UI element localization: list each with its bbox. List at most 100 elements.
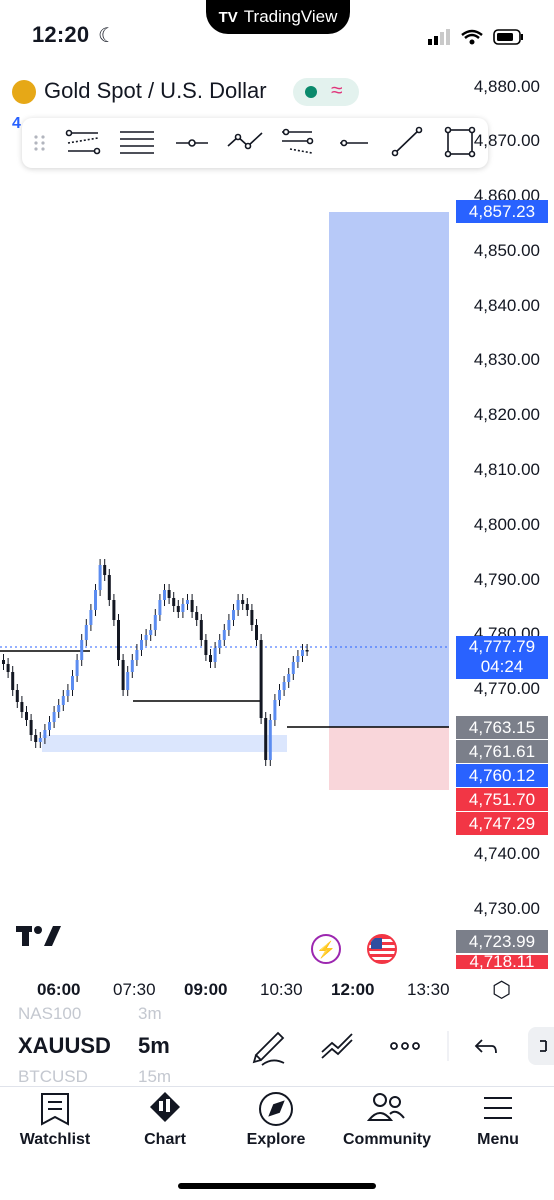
time-axis-label: 06:00: [37, 980, 81, 999]
parallel-channel-icon[interactable]: [65, 129, 101, 155]
candle-body: [71, 676, 74, 690]
candle-body: [48, 722, 51, 730]
explore-compass-icon[interactable]: [259, 1092, 293, 1126]
tab-watchlist[interactable]: Watchlist: [0, 1131, 110, 1149]
draw-pen-icon[interactable]: [252, 1031, 285, 1066]
horizontal-line-tool-icon[interactable]: [176, 139, 208, 147]
candle-body: [227, 620, 231, 630]
candle-body: [61, 696, 65, 705]
candle-body: [190, 600, 194, 612]
chart-settings-hex-icon[interactable]: ⬡: [492, 977, 511, 1003]
next-symbol-clip: BTCUSD: [18, 1067, 113, 1087]
candle-body: [209, 655, 212, 662]
candle-body: [20, 702, 24, 712]
chart-nav-icon[interactable]: [150, 1092, 180, 1122]
more-options-icon[interactable]: [390, 1042, 420, 1050]
last-price-tag[interactable]: 4,777.79 04:24: [456, 636, 548, 679]
candle-body: [98, 565, 102, 590]
home-indicator: [178, 1183, 376, 1189]
candle-body: [241, 600, 245, 604]
candle-body: [255, 625, 258, 640]
flag-canton: [371, 938, 382, 949]
time-label-clip: 13:30: [407, 980, 451, 1000]
candle-body: [273, 700, 277, 720]
loss-zone[interactable]: [329, 727, 449, 790]
tradingview-watermark-icon: [16, 926, 61, 946]
time-axis-label: 12:00: [331, 980, 375, 999]
tab-explore[interactable]: Explore: [221, 1131, 331, 1149]
candle-body: [181, 604, 185, 612]
candle-body: [158, 600, 162, 615]
candle-body: [144, 635, 148, 640]
prev-interval[interactable]: 3m: [138, 1004, 162, 1024]
time-axis-label: 09:00: [184, 980, 228, 999]
red-price-tag[interactable]: 4,718.11: [456, 955, 548, 969]
entry-price-tag-1[interactable]: 4,763.15: [456, 716, 548, 739]
chart-canvas[interactable]: [0, 0, 554, 1200]
candle-body: [84, 625, 88, 640]
stop-price-tag-2[interactable]: 4,747.29: [456, 812, 548, 835]
panel-toggle-button[interactable]: [528, 1027, 554, 1065]
candle-body: [29, 720, 33, 735]
target-price-tag[interactable]: 4,857.23: [456, 200, 548, 223]
last-price-value: 4,777.79: [468, 637, 536, 656]
nav-divider: [0, 1086, 554, 1087]
candle-body: [117, 620, 120, 660]
path-tool-icon[interactable]: [227, 132, 263, 150]
candle-body: [176, 606, 180, 612]
price-axis-label: 4,740.00: [473, 844, 540, 863]
candle-body: [163, 590, 166, 600]
red-tag-clip: 4,718.11: [456, 955, 548, 969]
price-axis-label: 4,880.00: [473, 77, 540, 96]
tab-menu[interactable]: Menu: [443, 1131, 553, 1149]
trend-line-icon[interactable]: [391, 126, 423, 157]
chart-actions: [252, 1027, 554, 1066]
candle-body: [34, 735, 38, 742]
prev-symbol[interactable]: NAS100: [18, 1004, 81, 1024]
horizontal-ray-lines-icon[interactable]: [120, 131, 154, 154]
candle-body: [75, 660, 79, 676]
menu-icon[interactable]: [484, 1097, 512, 1119]
candle-body: [287, 674, 291, 682]
toolbar-drag-handle-icon[interactable]: [34, 135, 45, 151]
indicators-icon[interactable]: [321, 1033, 353, 1059]
candle-body: [278, 690, 281, 700]
candle-body: [11, 672, 15, 690]
stop-price-tag-1[interactable]: 4,751.70: [456, 788, 548, 811]
tab-community[interactable]: Community: [332, 1131, 442, 1149]
watchlist-icon[interactable]: [41, 1093, 69, 1126]
entry-price-tag-2[interactable]: 4,761.61: [456, 740, 548, 763]
flash-alert-icon[interactable]: ⚡: [311, 934, 341, 964]
candles-group: [2, 559, 309, 766]
next-symbol[interactable]: BTCUSD: [18, 1067, 88, 1086]
candle-body: [245, 604, 249, 610]
candle-body: [25, 712, 28, 720]
community-icon[interactable]: [366, 1093, 405, 1121]
gray-price-tag[interactable]: 4,723.99: [456, 930, 548, 953]
toolbar-icons: [34, 126, 476, 158]
low-price-tag[interactable]: 4,760.12: [456, 764, 548, 787]
price-axis-label: 4,800.00: [473, 515, 540, 534]
bar-countdown: 04:24: [480, 657, 524, 676]
profit-zone[interactable]: [329, 212, 449, 727]
undo-icon[interactable]: [474, 1039, 497, 1054]
candle-body: [38, 738, 42, 742]
time-axis-label: 13:30: [407, 980, 450, 999]
current-interval[interactable]: 5m: [138, 1033, 170, 1059]
price-axis-label: 4,770.00: [473, 679, 540, 698]
candle-body: [282, 682, 286, 690]
candle-body: [94, 590, 97, 610]
candle-body: [259, 640, 263, 718]
next-interval[interactable]: 15m: [138, 1067, 171, 1087]
candle-body: [126, 672, 130, 690]
candle-body: [43, 730, 47, 738]
candle-body: [135, 650, 139, 660]
us-flag-event-icon[interactable]: [367, 934, 397, 964]
candle-body: [2, 660, 5, 664]
candle-body: [107, 575, 111, 600]
fib-retracement-icon[interactable]: [282, 128, 314, 154]
tab-chart[interactable]: Chart: [110, 1131, 220, 1149]
support-zone[interactable]: [42, 735, 287, 752]
ray-tool-icon[interactable]: [340, 139, 368, 147]
current-symbol[interactable]: XAUUSD: [18, 1033, 111, 1058]
